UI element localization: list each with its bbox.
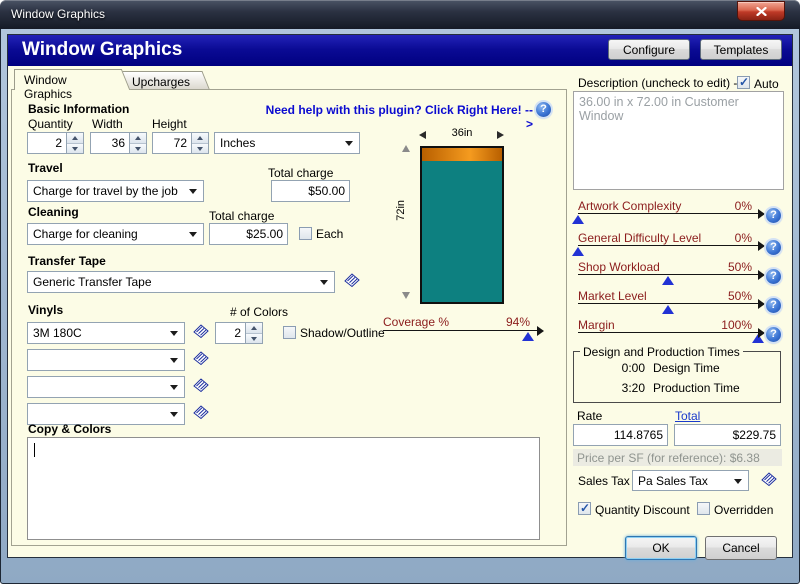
artwork-complexity-label: Artwork Complexity: [578, 199, 681, 213]
shop-workload-slider[interactable]: [578, 274, 758, 286]
slider-handle[interactable]: [662, 276, 674, 285]
production-time-value: 3:20: [603, 381, 645, 395]
book-icon: [760, 472, 778, 487]
design-time-value: 0:00: [603, 361, 645, 375]
close-button[interactable]: [737, 1, 785, 21]
help-icon[interactable]: ?: [766, 240, 781, 255]
chevron-down-icon: [734, 479, 742, 484]
margin-value: 100%: [700, 318, 752, 332]
help-icon[interactable]: ?: [766, 298, 781, 313]
design-time-row: 0:00 Design Time: [603, 361, 753, 375]
sales-tax-catalog-button[interactable]: [760, 472, 778, 487]
tab-upcharges[interactable]: Upcharges: [122, 71, 198, 89]
titlebar[interactable]: Window Graphics: [0, 0, 800, 29]
general-difficulty-value: 0%: [700, 231, 752, 245]
market-level-value: 50%: [700, 289, 752, 303]
tab-page: [11, 89, 567, 546]
rate-input[interactable]: 114.8765: [573, 424, 668, 446]
sales-tax-label: Sales Tax: [578, 474, 630, 488]
market-level-label: Market Level: [578, 289, 647, 303]
margin-label: Margin: [578, 318, 615, 332]
times-group-label: Design and Production Times: [580, 345, 743, 359]
ok-button[interactable]: OK: [625, 536, 697, 560]
price-per-sf-note: Price per SF (for reference): $6.38: [573, 449, 782, 466]
slider-handle[interactable]: [572, 247, 584, 256]
general-difficulty-slider[interactable]: [578, 245, 758, 257]
overridden-label: Overridden: [714, 503, 773, 517]
auto-label: Auto: [754, 77, 779, 91]
auto-checkbox[interactable]: [737, 76, 750, 89]
production-time-label: Production Time: [653, 381, 740, 395]
close-icon: [756, 7, 767, 16]
slider-handle[interactable]: [572, 215, 584, 224]
production-time-row: 3:20 Production Time: [603, 381, 753, 395]
cancel-button[interactable]: Cancel: [705, 536, 777, 560]
templates-button[interactable]: Templates: [700, 39, 782, 60]
general-difficulty-label: General Difficulty Level: [578, 231, 701, 245]
total-link[interactable]: Total: [675, 409, 700, 423]
help-icon[interactable]: ?: [766, 269, 781, 284]
slider-handle[interactable]: [662, 305, 674, 314]
shop-workload-label: Shop Workload: [578, 260, 660, 274]
slider-handle[interactable]: [752, 334, 764, 343]
page-title: Window Graphics: [22, 39, 182, 61]
shop-workload-value: 50%: [700, 260, 752, 274]
description-textarea[interactable]: 36.00 in x 72.00 in Customer Window: [573, 91, 784, 190]
design-time-label: Design Time: [653, 361, 720, 375]
market-level-slider[interactable]: [578, 303, 758, 315]
margin-slider[interactable]: [578, 332, 758, 344]
artwork-complexity-value: 0%: [700, 199, 752, 213]
sales-tax-select[interactable]: Pa Sales Tax: [632, 470, 749, 491]
overridden-checkbox[interactable]: [697, 502, 710, 515]
window-graphics-dialog: Window Graphics Window Graphics Configur…: [0, 0, 800, 584]
artwork-complexity-slider[interactable]: [578, 213, 758, 225]
help-icon[interactable]: ?: [766, 208, 781, 223]
description-label: Description (uncheck to edit) -->: [578, 76, 748, 90]
help-icon[interactable]: ?: [766, 327, 781, 342]
window-title: Window Graphics: [11, 7, 105, 21]
tab-window-graphics[interactable]: Window Graphics: [14, 69, 118, 90]
total-input[interactable]: $229.75: [674, 424, 781, 446]
configure-button[interactable]: Configure: [608, 39, 690, 60]
rate-label: Rate: [577, 409, 602, 423]
quantity-discount-label: Quantity Discount: [595, 503, 690, 517]
quantity-discount-checkbox[interactable]: [578, 502, 591, 515]
